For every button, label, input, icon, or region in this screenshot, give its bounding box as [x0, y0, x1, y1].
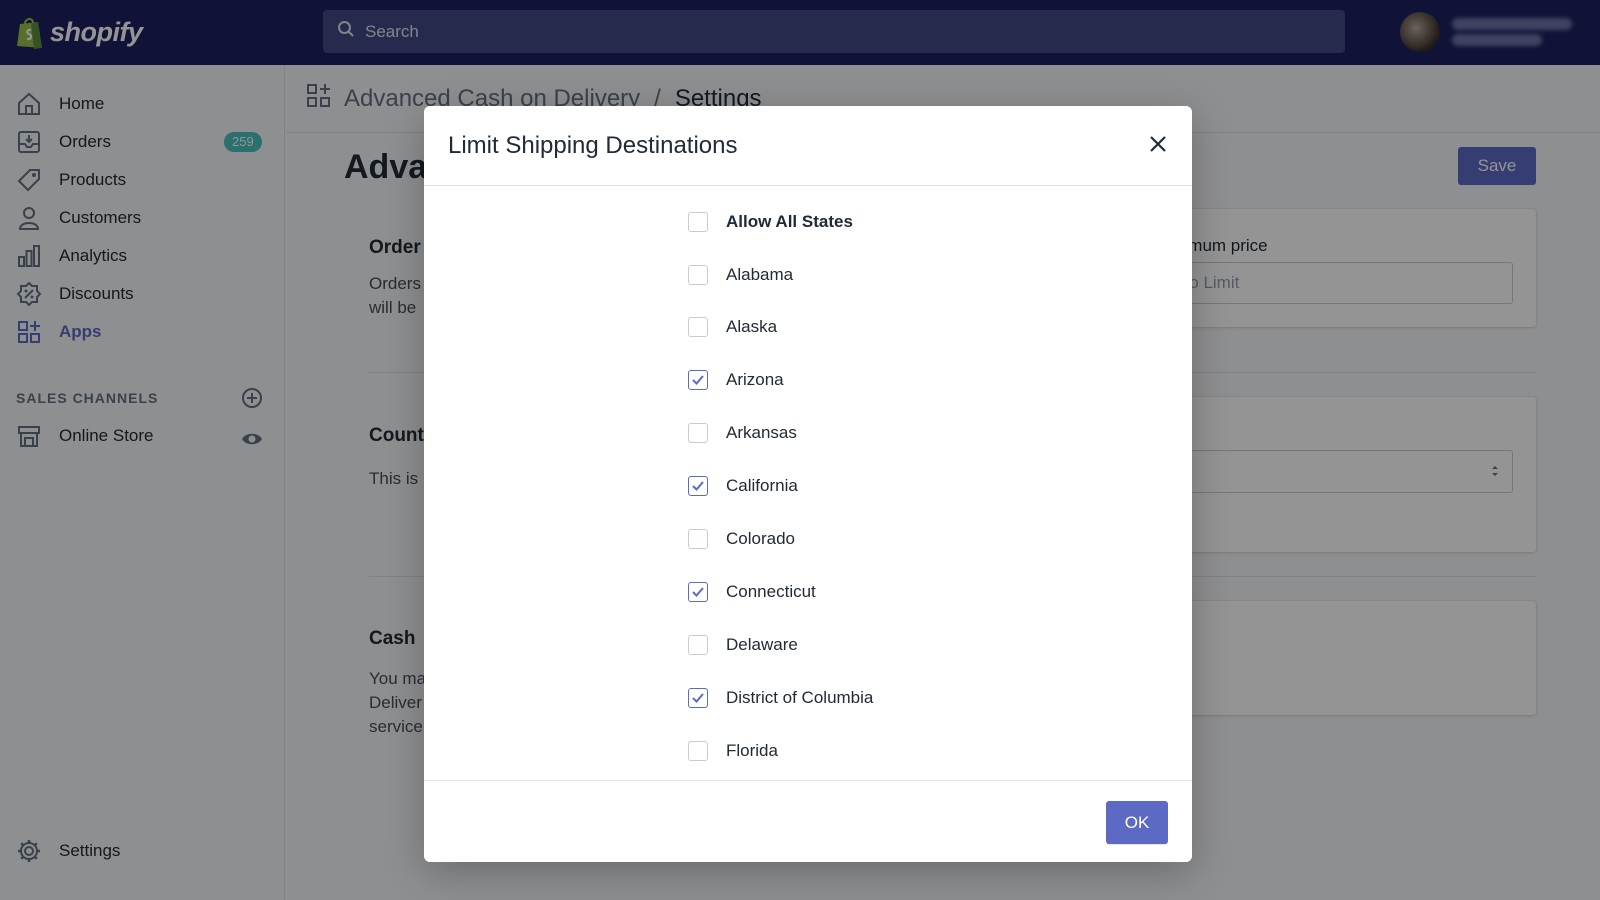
state-option[interactable]: Colorado	[688, 519, 795, 559]
state-option[interactable]: Alaska	[688, 307, 777, 347]
modal-footer: OK	[424, 780, 1192, 862]
close-icon	[1149, 135, 1167, 158]
checkmark-icon	[692, 587, 704, 597]
modal-title: Limit Shipping Destinations	[448, 132, 738, 159]
checkmark-icon	[692, 481, 704, 491]
state-label: District of Columbia	[726, 688, 874, 707]
ok-button[interactable]: OK	[1106, 801, 1168, 844]
state-label: Allow All States	[726, 212, 853, 231]
state-label: California	[726, 476, 798, 495]
state-option-allow-all[interactable]: Allow All States	[688, 202, 853, 242]
limit-shipping-modal: Limit Shipping Destinations Allow All St…	[424, 106, 1192, 862]
state-label: Arkansas	[726, 423, 797, 442]
state-option[interactable]: Delaware	[688, 625, 798, 665]
checkbox[interactable]	[688, 741, 708, 761]
checkbox-checked[interactable]	[688, 476, 708, 496]
checkbox-checked[interactable]	[688, 582, 708, 602]
state-label: Delaware	[726, 635, 798, 654]
close-button[interactable]	[1144, 132, 1172, 160]
modal-body[interactable]: Allow All States Alabama Alaska Arizona …	[424, 186, 1192, 780]
checkbox[interactable]	[688, 529, 708, 549]
state-label: Arizona	[726, 370, 784, 389]
state-option[interactable]: Connecticut	[688, 572, 816, 612]
checkbox[interactable]	[688, 635, 708, 655]
checkmark-icon	[692, 693, 704, 703]
state-option[interactable]: Arkansas	[688, 413, 797, 453]
state-option[interactable]: California	[688, 466, 798, 506]
state-label: Alabama	[726, 265, 794, 284]
checkbox[interactable]	[688, 317, 708, 337]
state-option[interactable]: Florida	[688, 731, 778, 771]
state-label: Alaska	[726, 317, 778, 336]
state-label: Colorado	[726, 529, 795, 548]
state-label: Connecticut	[726, 582, 816, 601]
checkbox-checked[interactable]	[688, 688, 708, 708]
modal-header: Limit Shipping Destinations	[424, 106, 1192, 186]
checkmark-icon	[692, 375, 704, 385]
checkbox-checked[interactable]	[688, 370, 708, 390]
state-option[interactable]: Alabama	[688, 255, 793, 295]
checkbox[interactable]	[688, 212, 708, 232]
state-option[interactable]: Arizona	[688, 360, 784, 400]
state-option[interactable]: District of Columbia	[688, 678, 873, 718]
checkbox[interactable]	[688, 265, 708, 285]
state-label: Florida	[726, 741, 778, 760]
checkbox[interactable]	[688, 423, 708, 443]
